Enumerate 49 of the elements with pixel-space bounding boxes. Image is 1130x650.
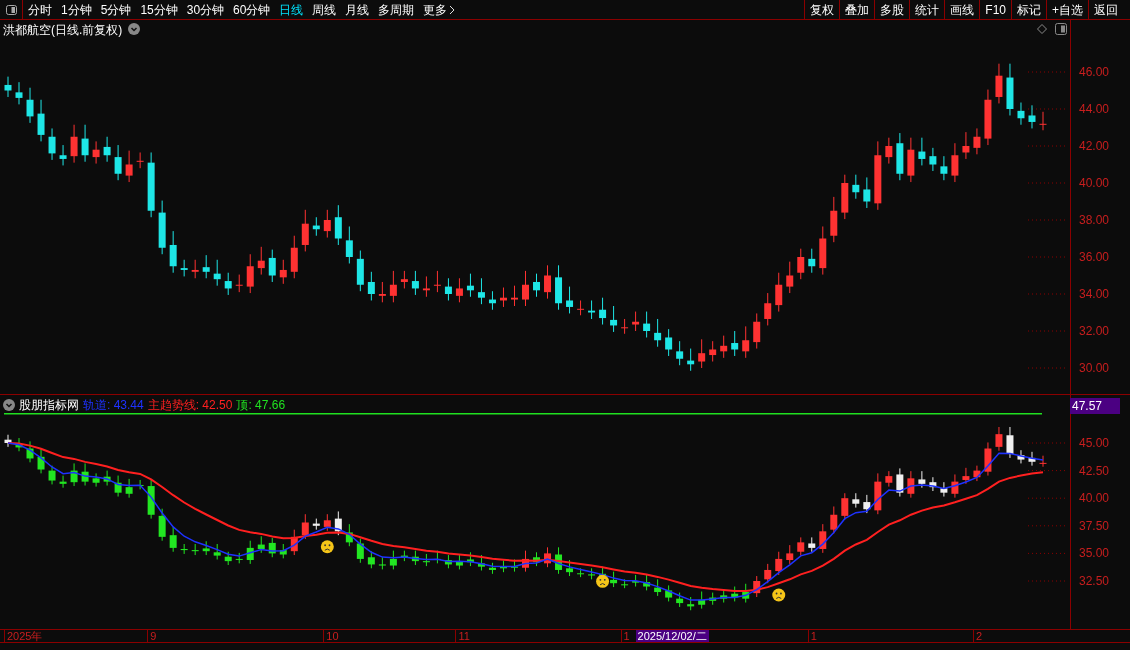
period-tab[interactable]: 15分钟 bbox=[140, 0, 178, 19]
axis-label: 36.00 bbox=[1079, 250, 1110, 264]
axis-label: 32.00 bbox=[1079, 324, 1110, 338]
cursor-date: 2025/12/02/二 bbox=[635, 630, 709, 642]
period-tab[interactable]: 月线 bbox=[345, 0, 370, 19]
toolbar-button[interactable]: 复权 bbox=[804, 0, 840, 19]
indicator-name: 股朋指标网 bbox=[19, 397, 79, 414]
top-value-badge: 47.57 bbox=[1070, 398, 1120, 414]
axis-label: 42.50 bbox=[1079, 463, 1110, 478]
date-label: 1 bbox=[807, 630, 817, 642]
date-label: 1 bbox=[620, 630, 630, 642]
axis-label: 40.00 bbox=[1079, 491, 1110, 506]
date-label: 2025年 bbox=[4, 630, 43, 642]
date-label: 11 bbox=[455, 630, 470, 642]
date-label: 10 bbox=[323, 630, 339, 642]
axis-label: 32.50 bbox=[1079, 574, 1110, 588]
toolbar-button[interactable]: 多股 bbox=[874, 0, 910, 19]
axis-label: 44.00 bbox=[1079, 102, 1110, 116]
axis-label: 42.00 bbox=[1079, 139, 1110, 153]
period-tab[interactable]: 多周期 bbox=[378, 0, 415, 19]
date-label: 2 bbox=[972, 630, 983, 642]
toolbar-button[interactable]: 返回 bbox=[1088, 0, 1123, 19]
axis-label: 40.00 bbox=[1079, 176, 1110, 190]
toolbar-button[interactable]: 统计 bbox=[909, 0, 945, 19]
axis-label: 34.00 bbox=[1079, 287, 1110, 301]
toolbar-button[interactable]: F10 bbox=[979, 0, 1011, 19]
period-tab[interactable]: 周线 bbox=[312, 0, 337, 19]
axis-label: 38.00 bbox=[1079, 213, 1110, 227]
period-tab[interactable]: 分时 bbox=[28, 0, 52, 19]
toolbar-button[interactable]: +自选 bbox=[1046, 0, 1088, 19]
axis-label: 37.50 bbox=[1079, 518, 1110, 533]
more-menu[interactable]: 更多 bbox=[423, 0, 456, 19]
axis-label: 35.00 bbox=[1079, 546, 1110, 561]
period-tab[interactable]: 30分钟 bbox=[186, 0, 225, 19]
period-tab[interactable]: 1分钟 bbox=[61, 0, 92, 19]
legend-value: 主趋势线: 42.50 bbox=[147, 397, 233, 414]
axis-label: 46.00 bbox=[1079, 65, 1110, 79]
axis-label: 30.00 bbox=[1079, 361, 1110, 375]
stock-title: 洪都航空(日线.前复权) bbox=[3, 22, 123, 39]
toolbar-button[interactable]: 叠加 bbox=[839, 0, 875, 19]
period-tab[interactable]: 60分钟 bbox=[233, 0, 271, 19]
toolbar-button[interactable]: 画线 bbox=[944, 0, 980, 19]
toolbar-button[interactable]: 标记 bbox=[1011, 0, 1046, 19]
legend-value: 顶: 47.66 bbox=[236, 397, 286, 414]
legend-value: 轨道: 43.44 bbox=[83, 397, 144, 414]
date-label: 9 bbox=[147, 630, 157, 642]
period-tab[interactable]: 日线 bbox=[279, 0, 304, 19]
period-tab[interactable]: 5分钟 bbox=[100, 0, 132, 19]
axis-label: 45.00 bbox=[1079, 436, 1110, 450]
